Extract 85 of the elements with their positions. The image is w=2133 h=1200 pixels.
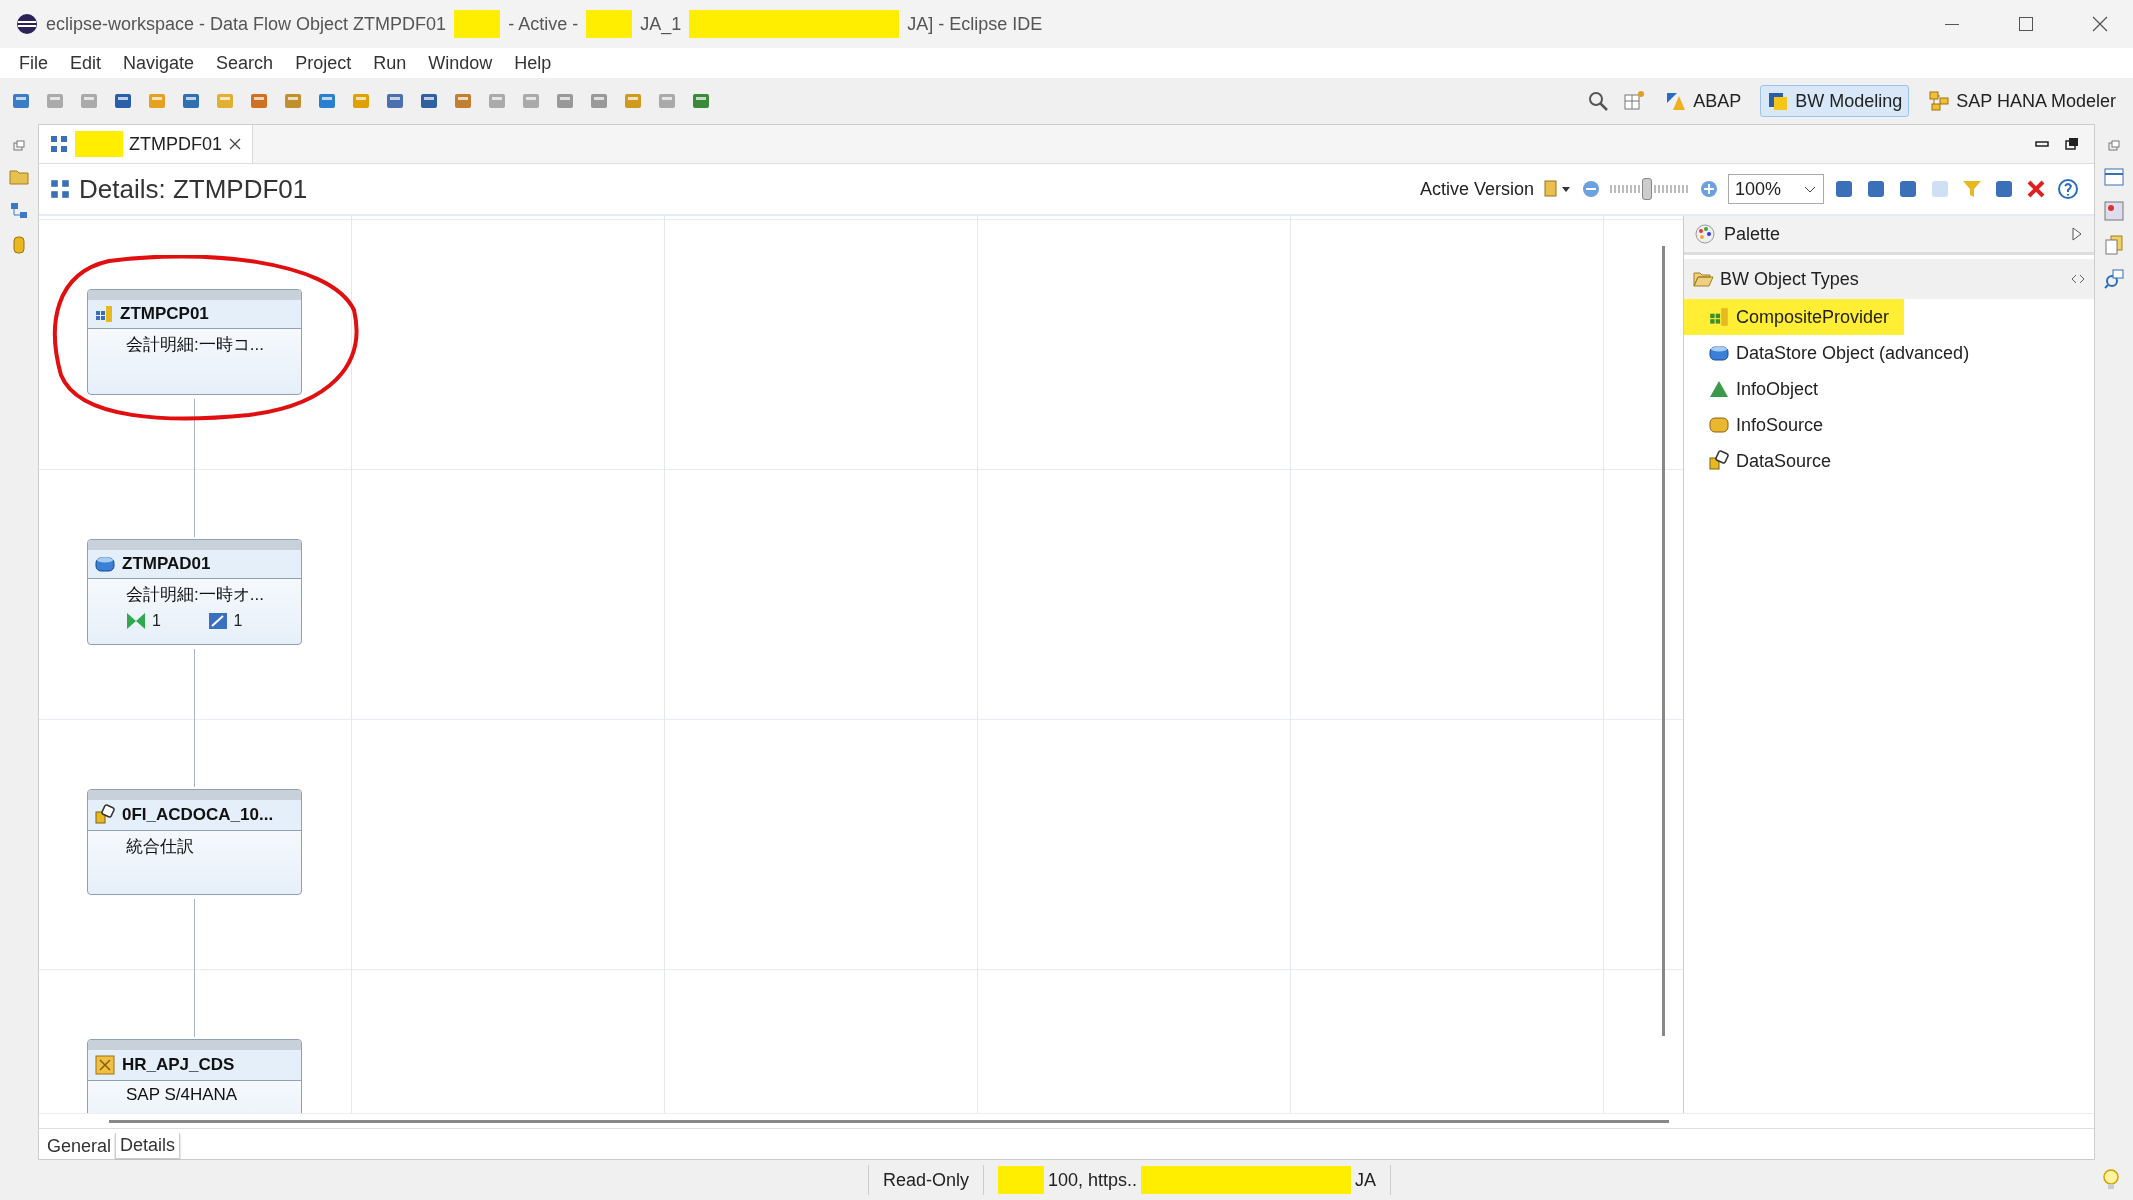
menu-item[interactable]: Window xyxy=(417,52,504,74)
data-flow-node[interactable]: ZTMPAD01 会計明細:一時オ... 1 1 xyxy=(87,539,302,645)
plug-icon xyxy=(1708,450,1730,472)
menu-item[interactable]: File xyxy=(8,52,59,74)
palette-item[interactable]: DataStore Object (advanced) xyxy=(1684,335,2094,371)
page-tab[interactable]: Details xyxy=(115,1133,181,1159)
menu-item[interactable]: Project xyxy=(284,52,363,74)
eclipse-logo-icon xyxy=(16,13,38,35)
data-flow-node[interactable]: ZTMPCP01 会計明細:一時コ... xyxy=(87,289,302,395)
perspective-button[interactable]: SAP HANA Modeler xyxy=(1921,85,2123,117)
connection-text: 100, https.. xyxy=(1048,1169,1138,1191)
window-title: eclipse-workspace - Data Flow Object ZTMPDF01 xyxy=(46,13,447,35)
cross-box-icon xyxy=(94,1054,116,1076)
window-title: - Active - xyxy=(508,13,579,35)
properties-icon[interactable] xyxy=(2103,200,2125,222)
palette-item[interactable]: DataSource xyxy=(1684,443,2094,479)
perspective-button[interactable]: BW Modeling xyxy=(1760,85,1910,117)
search-icon[interactable] xyxy=(2103,268,2125,290)
cylinder-icon xyxy=(1708,344,1730,362)
redaction-block xyxy=(998,1166,1045,1194)
perspective-button[interactable]: ABAP xyxy=(1658,85,1749,117)
grid-icon xyxy=(1708,306,1730,328)
node-name: ZTMPCP01 xyxy=(120,304,209,324)
grid-icon xyxy=(94,304,114,324)
palette-item[interactable]: InfoObject xyxy=(1684,371,2094,407)
double-arrow-icon[interactable] xyxy=(2070,273,2086,285)
transfer-icon xyxy=(207,612,228,630)
open-perspective-icon[interactable] xyxy=(1622,89,1647,113)
abap-icon xyxy=(1665,90,1688,112)
vertical-scrollbar[interactable] xyxy=(1662,246,1665,1036)
node-description: SAP S/4HANA xyxy=(125,1084,239,1106)
redaction-block xyxy=(586,10,633,38)
menu-item[interactable]: Navigate xyxy=(112,52,206,74)
zoom-in-icon[interactable] xyxy=(1698,178,1720,200)
connection-text: JA xyxy=(1355,1169,1377,1191)
details-title: Details: ZTMPDF01 xyxy=(79,173,308,205)
table-icon[interactable] xyxy=(2103,166,2125,188)
documents-icon[interactable] xyxy=(2103,234,2125,256)
squares-icon xyxy=(1767,90,1790,112)
status-mode: Read-Only xyxy=(868,1165,984,1195)
bowtie-icon xyxy=(126,612,146,630)
zoom-dropdown[interactable]: 100% xyxy=(1728,174,1824,204)
page-tab[interactable]: General xyxy=(43,1134,116,1159)
slider-thumb[interactable] xyxy=(1642,178,1652,200)
restore-icon[interactable] xyxy=(2106,138,2122,154)
node-name: ZTMPAD01 xyxy=(122,554,211,574)
data-flow-node[interactable]: 0FI_ACDOCA_10... 統合仕訳 xyxy=(87,789,302,895)
zoom-out-icon[interactable] xyxy=(1580,178,1602,200)
menu-item[interactable]: Edit xyxy=(59,52,113,74)
version-label: Active Version xyxy=(1419,178,1534,200)
horizontal-scrollbar[interactable] xyxy=(109,1119,1669,1123)
redaction-block xyxy=(454,10,501,38)
help-icon[interactable] xyxy=(2056,177,2080,201)
editor-tab[interactable]: ZTMPDF01 xyxy=(39,125,253,163)
triangle-icon[interactable] xyxy=(2070,226,2084,242)
data-flow-icon xyxy=(49,178,71,200)
restore-icon[interactable] xyxy=(11,138,27,154)
window-title: JA_1 xyxy=(640,13,682,35)
node-description: 統合仕訳 xyxy=(125,836,195,858)
menu-item[interactable]: Run xyxy=(362,52,418,74)
cylinder-icon xyxy=(94,555,116,573)
close-icon[interactable] xyxy=(2091,15,2109,33)
window-title: JA] - Eclipse IDE xyxy=(907,13,1043,35)
menu-item[interactable]: Search xyxy=(205,52,285,74)
data-flow-node[interactable]: HR_APJ_CDS SAP S/4HANA xyxy=(87,1039,302,1113)
triangle-icon xyxy=(1708,379,1730,399)
maximize-icon[interactable] xyxy=(2017,15,2035,33)
menu-item[interactable]: Help xyxy=(503,52,563,74)
box-icon xyxy=(1708,415,1730,435)
palette-item[interactable]: InfoSource xyxy=(1684,407,2094,443)
data-flow-icon xyxy=(49,134,69,154)
node-name: HR_APJ_CDS xyxy=(122,1055,235,1075)
palette-icon xyxy=(1694,223,1716,245)
node-name: 0FI_ACDOCA_10... xyxy=(122,805,274,825)
maximize-icon[interactable] xyxy=(2064,136,2080,152)
count-label: 1 xyxy=(152,612,161,630)
plug-icon xyxy=(94,804,116,826)
version-icon[interactable] xyxy=(1542,178,1572,200)
count-label: 1 xyxy=(233,612,243,630)
palette-title: Palette xyxy=(1724,223,1781,245)
lightbulb-icon[interactable] xyxy=(2101,1168,2121,1192)
close-icon[interactable] xyxy=(228,137,242,151)
node-description: 会計明細:一時オ... xyxy=(125,584,265,606)
palette-drawer[interactable]: BW Object Types xyxy=(1684,259,2094,299)
node-description: 会計明細:一時コ... xyxy=(125,334,265,356)
